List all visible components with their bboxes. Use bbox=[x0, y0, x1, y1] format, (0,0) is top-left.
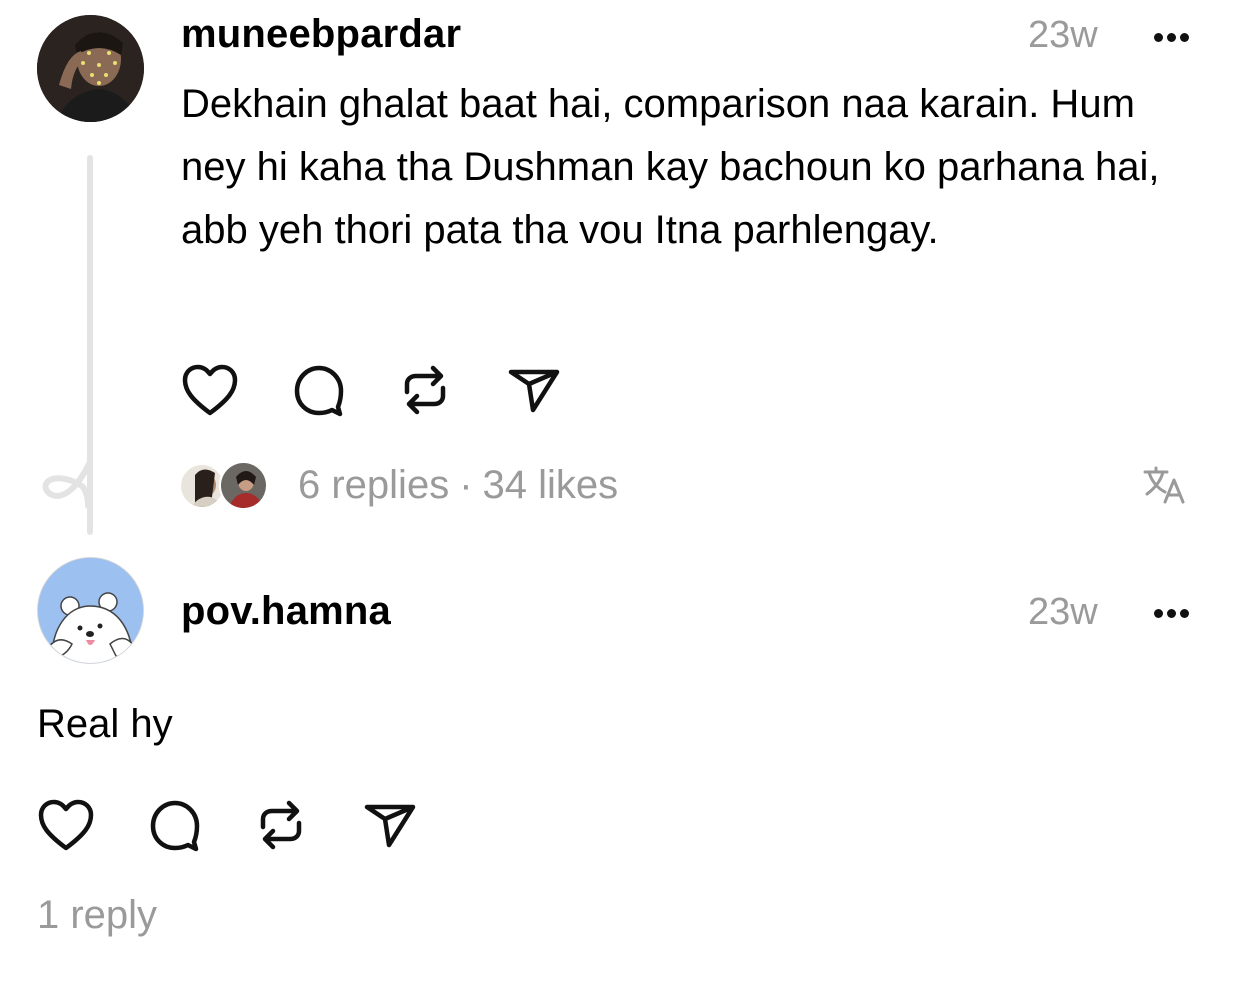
more-options-button[interactable] bbox=[1154, 605, 1193, 623]
like-button[interactable] bbox=[37, 798, 95, 852]
profile-photo-icon bbox=[37, 15, 144, 122]
avatar[interactable] bbox=[37, 557, 144, 664]
replier-avatar bbox=[219, 461, 268, 510]
translate-button[interactable] bbox=[1143, 466, 1187, 504]
likes-count-link[interactable]: 34 likes bbox=[483, 463, 619, 507]
comment-username[interactable]: pov.hamna bbox=[181, 589, 391, 634]
ellipsis-icon bbox=[1154, 33, 1163, 42]
comment-timestamp: 23w bbox=[1028, 591, 1098, 633]
comment-timestamp: 23w bbox=[1028, 14, 1098, 56]
comment-username[interactable]: muneebpardar bbox=[181, 12, 461, 57]
send-icon bbox=[508, 369, 560, 413]
comment-text: Dekhain ghalat baat hai, comparison naa … bbox=[181, 82, 1160, 252]
action-bar bbox=[181, 362, 561, 418]
replies-count-link[interactable]: 1 reply bbox=[37, 893, 157, 938]
translate-icon bbox=[1143, 466, 1185, 504]
repost-button[interactable] bbox=[399, 362, 451, 418]
share-button[interactable] bbox=[507, 364, 561, 416]
repost-button[interactable] bbox=[255, 797, 307, 853]
reply-button[interactable] bbox=[291, 362, 347, 418]
avatar[interactable] bbox=[37, 15, 144, 122]
comment-bubble-icon bbox=[150, 800, 200, 852]
reply-button[interactable] bbox=[147, 797, 203, 853]
thread-loop-icon bbox=[42, 459, 93, 508]
comment-bubble-icon bbox=[294, 365, 344, 417]
repost-icon bbox=[260, 800, 302, 850]
ellipsis-icon bbox=[1154, 609, 1163, 618]
heart-icon bbox=[182, 364, 238, 416]
comment-text: Real hy bbox=[37, 702, 173, 746]
comment-meta: 6 replies · 34 likes bbox=[298, 463, 618, 508]
share-button[interactable] bbox=[363, 799, 417, 851]
send-icon bbox=[364, 804, 416, 848]
replies-count-link[interactable]: 6 replies bbox=[298, 463, 449, 507]
repost-icon bbox=[404, 365, 446, 415]
more-options-button[interactable] bbox=[1154, 29, 1193, 47]
meta-separator: · bbox=[459, 463, 473, 507]
polar-bear-avatar-icon bbox=[38, 558, 143, 663]
heart-icon bbox=[38, 799, 94, 851]
action-bar bbox=[37, 797, 417, 853]
like-button[interactable] bbox=[181, 363, 239, 417]
